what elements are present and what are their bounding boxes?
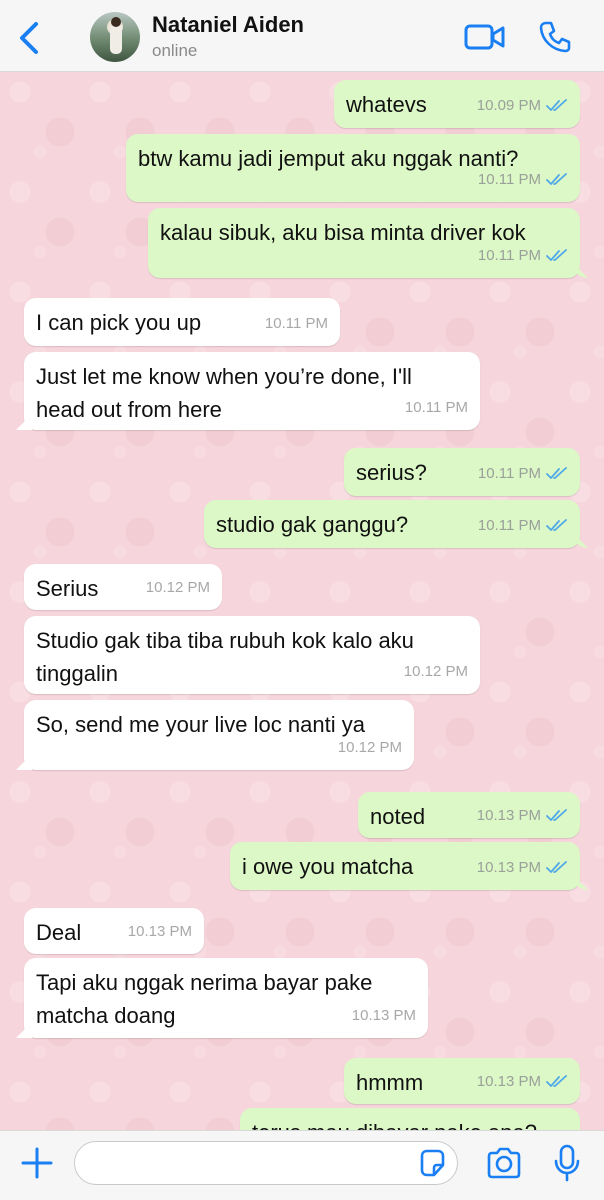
message-time: 10.13 PM [351, 1007, 416, 1024]
microphone-icon [554, 1144, 580, 1182]
chat-header: Nataniel Aiden online [0, 0, 604, 72]
message-time: 10.12 PM [337, 739, 402, 756]
double-check-icon [546, 173, 567, 185]
attach-button[interactable] [20, 1146, 54, 1180]
message-bubble[interactable]: hmmm 10.13 PM [344, 1058, 580, 1104]
message-time: 10.13 PM [127, 923, 192, 940]
message-list[interactable]: whatevs 10.09 PM btw kamu jadi jemput ak… [0, 72, 604, 1130]
message-bubble[interactable]: Tapi aku nggak nerima bayar pake matcha … [24, 958, 428, 1038]
voice-call-button[interactable] [538, 20, 572, 54]
double-check-icon [546, 861, 567, 873]
message-bubble[interactable]: i owe you matcha 10.13 PM [230, 842, 580, 890]
message-time: 10.09 PM [476, 97, 541, 114]
message-bubble[interactable]: whatevs 10.09 PM [334, 80, 580, 128]
message-time: 10.12 PM [403, 663, 468, 680]
double-check-icon [546, 467, 567, 479]
message-text: terus mau dibayar pake apa? [252, 1116, 568, 1130]
message-text: Just let me know when you’re done, I'll … [36, 364, 412, 422]
message-bubble[interactable]: serius? 10.11 PM [344, 448, 580, 496]
avatar-head [111, 17, 121, 27]
plus-icon [21, 1147, 53, 1179]
message-bubble[interactable]: studio gak ganggu? 10.11 PM [204, 500, 580, 548]
message-meta: 10.12 PM [146, 571, 210, 604]
message-time: 10.11 PM [477, 247, 541, 264]
message-time: 10.11 PM [477, 517, 541, 534]
video-camera-icon [464, 24, 505, 50]
message-input[interactable] [74, 1141, 458, 1185]
contact-name[interactable]: Nataniel Aiden [152, 12, 304, 38]
sticker-button[interactable] [418, 1148, 446, 1178]
message-bubble[interactable]: Deal 10.13 PM [24, 908, 204, 954]
message-meta: 10.11 PM [478, 163, 568, 196]
message-bubble[interactable]: Studio gak tiba tiba rubuh kok kalo aku … [24, 616, 480, 694]
message-meta: 10.11 PM [265, 307, 328, 340]
message-meta: 10.13 PM [477, 851, 568, 884]
message-meta: 10.13 PM [128, 915, 192, 948]
message-bubble[interactable]: btw kamu jadi jemput aku nggak nanti? 10… [126, 134, 580, 202]
message-bubble[interactable]: I can pick you up 10.11 PM [24, 298, 340, 346]
avatar[interactable] [90, 12, 140, 62]
message-time: 10.12 PM [145, 579, 210, 596]
message-meta: 10.12 PM [338, 731, 402, 764]
camera-icon [487, 1147, 521, 1179]
double-check-icon [546, 99, 567, 111]
microphone-button[interactable] [553, 1144, 581, 1182]
video-call-button[interactable] [464, 22, 506, 52]
message-meta: 10.11 PM [478, 509, 568, 542]
double-check-icon [546, 519, 567, 531]
contact-status: online [152, 41, 198, 60]
message-bubble[interactable]: Just let me know when you’re done, I'll … [24, 352, 480, 430]
message-meta: 10.11 PM [478, 239, 568, 272]
message-time: 10.11 PM [264, 315, 328, 332]
message-meta: 10.13 PM [352, 999, 416, 1032]
message-meta: 10.11 PM [405, 391, 468, 424]
message-meta: 10.13 PM [477, 799, 568, 832]
message-meta: 10.13 PM [477, 1065, 568, 1098]
message-meta: 10.12 PM [404, 655, 468, 688]
double-check-icon [546, 249, 567, 261]
message-bubble[interactable]: Serius 10.12 PM [24, 564, 222, 610]
double-check-icon [546, 809, 567, 821]
message-time: 10.11 PM [477, 465, 541, 482]
chevron-left-icon [20, 22, 38, 54]
message-bubble[interactable]: So, send me your live loc nanti ya 10.12… [24, 700, 414, 770]
message-time: 10.11 PM [477, 171, 541, 188]
double-check-icon [546, 1075, 567, 1087]
avatar-figure [110, 24, 122, 54]
message-time: 10.13 PM [476, 1073, 541, 1090]
message-time: 10.11 PM [404, 399, 468, 416]
message-meta: 10.09 PM [477, 89, 568, 122]
camera-button[interactable] [486, 1147, 522, 1179]
message-time: 10.13 PM [476, 859, 541, 876]
sticker-icon [420, 1149, 445, 1177]
message-meta: 10.11 PM [478, 457, 568, 490]
composer-bar [0, 1130, 604, 1200]
message-time: 10.13 PM [476, 807, 541, 824]
phone-icon [539, 21, 571, 53]
message-bubble[interactable]: terus mau dibayar pake apa? [240, 1108, 580, 1130]
message-bubble[interactable]: noted 10.13 PM [358, 792, 580, 838]
back-button[interactable] [14, 20, 44, 56]
message-bubble[interactable]: kalau sibuk, aku bisa minta driver kok 1… [148, 208, 580, 278]
